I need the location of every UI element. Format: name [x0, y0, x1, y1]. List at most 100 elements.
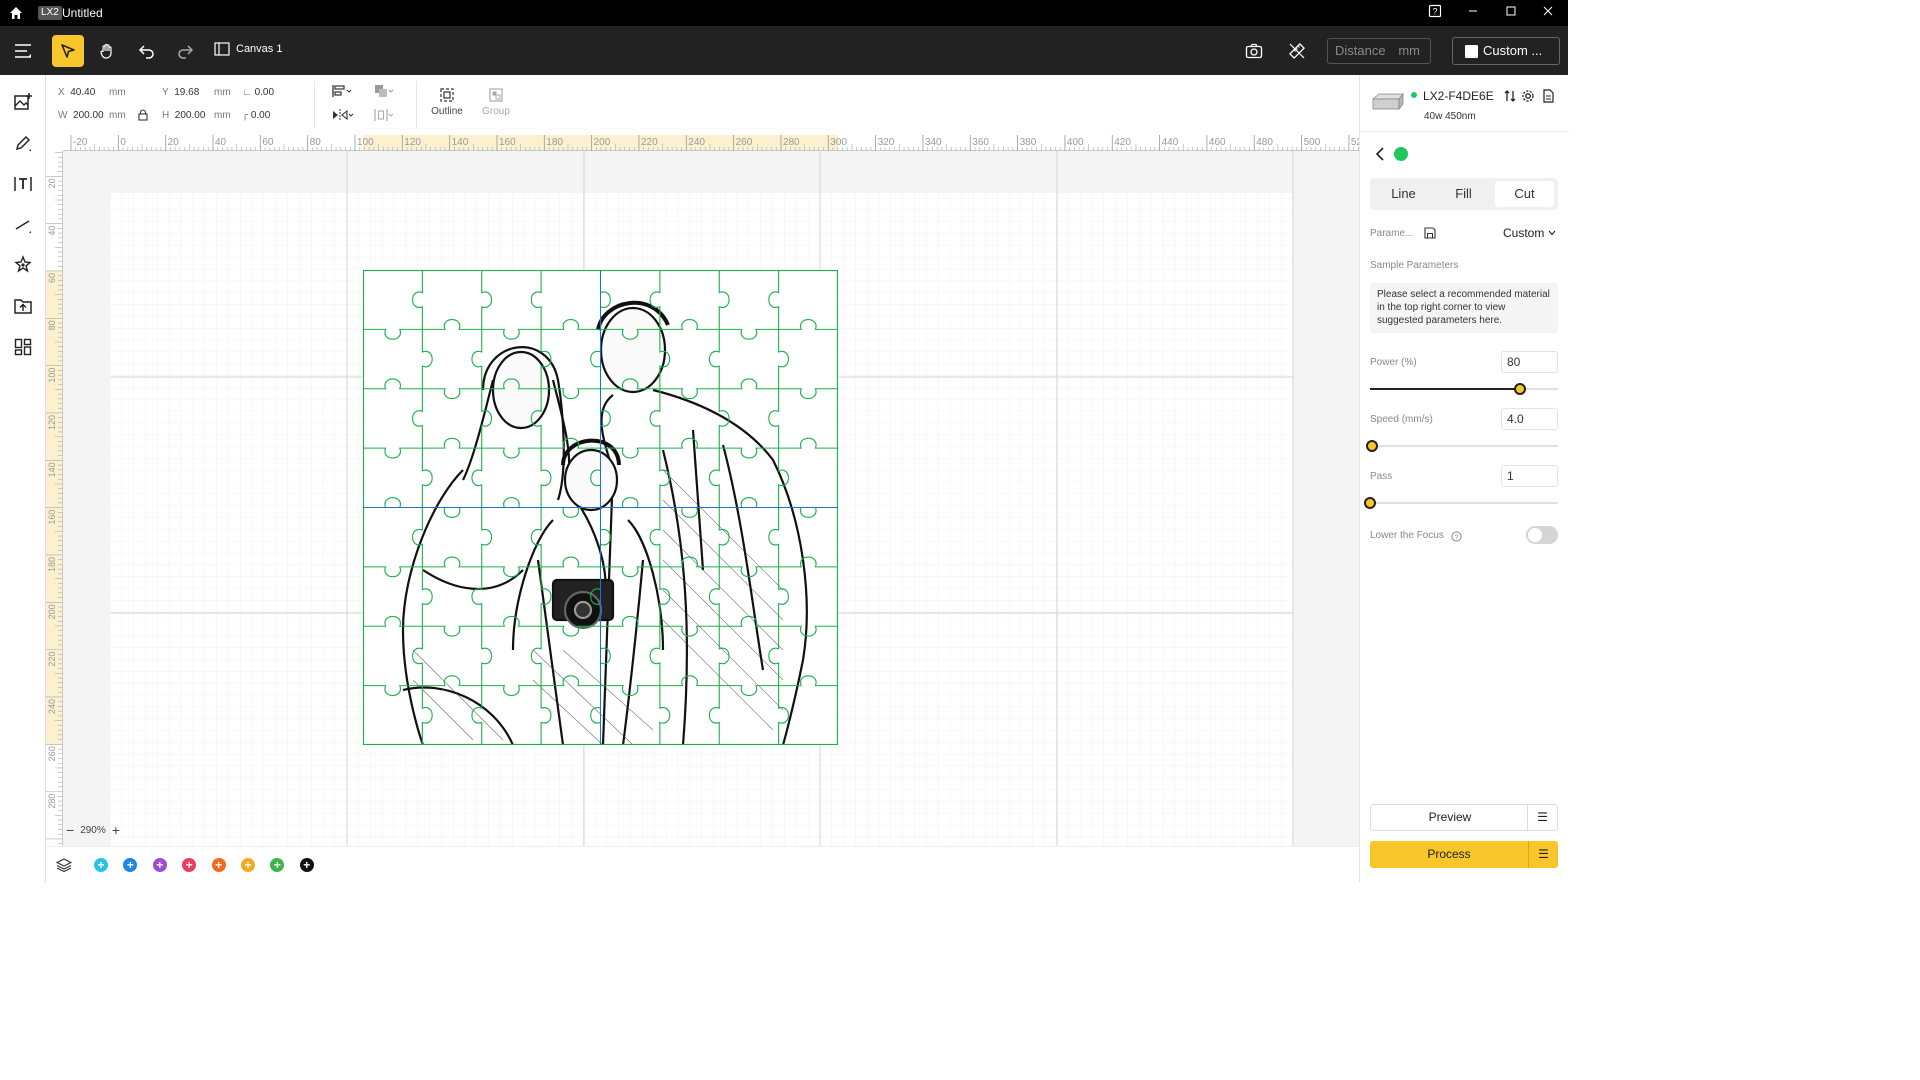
- lower-focus-toggle[interactable]: [1526, 526, 1558, 544]
- layers-icon[interactable]: [55, 857, 73, 878]
- help-icon[interactable]: ?: [1425, 4, 1445, 22]
- ruler-tick-label: 360: [972, 137, 989, 148]
- material-select-button[interactable]: Custom ...: [1452, 37, 1560, 65]
- preview-button[interactable]: Preview ☰: [1370, 804, 1558, 831]
- layer-color-dot[interactable]: +: [94, 858, 108, 872]
- maximize-icon[interactable]: [1501, 4, 1521, 22]
- home-icon[interactable]: [8, 5, 24, 21]
- corner-radius-field[interactable]: ╭ 0.00: [242, 110, 270, 121]
- tab-line[interactable]: Line: [1374, 181, 1433, 207]
- layer-color-indicator: [1394, 147, 1408, 161]
- h-field[interactable]: H 200.00: [162, 110, 205, 121]
- right-panel: LX2-F4DE6E 40w 450nm Line Fill Cut Param…: [1359, 75, 1569, 882]
- ruler-tick-label: 280: [47, 794, 57, 809]
- pen-tool-icon[interactable]: [11, 131, 35, 155]
- lock-ratio-icon[interactable]: [138, 109, 148, 124]
- zoom-in-button[interactable]: +: [112, 822, 120, 838]
- line-tool-icon[interactable]: [11, 213, 35, 237]
- save-params-icon[interactable]: [1424, 226, 1436, 244]
- material-label: Custom ...: [1483, 43, 1543, 58]
- speed-label: Speed (mm/s): [1370, 414, 1433, 425]
- tab-cut[interactable]: Cut: [1495, 181, 1554, 207]
- y-field[interactable]: Y 19.68: [162, 87, 199, 98]
- select-tool-button[interactable]: [52, 35, 84, 67]
- speed-slider[interactable]: [1365, 440, 1558, 452]
- process-menu-icon[interactable]: ☰: [1528, 841, 1558, 868]
- device-log-icon[interactable]: [1542, 89, 1555, 108]
- ruler-tick-label: 420: [1114, 137, 1131, 148]
- image-add-icon[interactable]: [11, 90, 35, 114]
- ruler-tick-label: 60: [47, 273, 57, 283]
- speed-slider-handle[interactable]: [1365, 440, 1378, 452]
- ruler-tick-label: 40: [47, 226, 57, 236]
- redo-button[interactable]: [169, 35, 201, 67]
- process-button[interactable]: Process ☰: [1370, 841, 1558, 868]
- rotation-field[interactable]: ∟ 0.00: [242, 87, 274, 98]
- distance-input[interactable]: Distance mm: [1327, 38, 1431, 64]
- x-field[interactable]: X 40.40: [58, 87, 95, 98]
- canvas-label: Canvas 1: [236, 43, 283, 55]
- mode-tabs: Line Fill Cut: [1370, 178, 1558, 210]
- minimize-icon[interactable]: [1463, 4, 1483, 22]
- ruler-tick-label: 200: [47, 604, 57, 619]
- import-folder-icon[interactable]: [11, 294, 35, 318]
- lower-focus-label: Lower the Focus: [1370, 530, 1444, 541]
- outline-button[interactable]: Outline: [427, 87, 467, 117]
- pass-input[interactable]: 1: [1501, 465, 1558, 487]
- flip-menu-icon[interactable]: [332, 108, 354, 125]
- preview-menu-icon[interactable]: ☰: [1527, 805, 1557, 830]
- power-input[interactable]: 80: [1501, 351, 1558, 373]
- distribute-menu-icon[interactable]: [374, 108, 396, 125]
- device-settings-gear-icon[interactable]: [1521, 89, 1535, 108]
- info-icon[interactable]: ?: [1451, 529, 1462, 547]
- zoom-value: 290%: [80, 824, 106, 836]
- layer-color-dot[interactable]: +: [152, 858, 167, 872]
- ruler-tick-label: 400: [1067, 137, 1084, 148]
- group-button[interactable]: Group: [476, 87, 516, 117]
- toggle-knob: [1528, 528, 1542, 542]
- preview-label: Preview: [1428, 810, 1472, 824]
- ruler-tick-label: 160: [499, 137, 516, 148]
- layer-color-dot[interactable]: +: [299, 858, 314, 872]
- ruler-tick-label: 440: [1162, 137, 1179, 148]
- power-slider-handle[interactable]: [1514, 383, 1527, 395]
- pass-slider[interactable]: [1364, 497, 1558, 509]
- measure-tool-icon[interactable]: [1281, 35, 1313, 67]
- ruler-tick-label: 480: [1256, 137, 1273, 148]
- x-unit: mm: [109, 87, 126, 98]
- params-dropdown[interactable]: Custom: [1503, 226, 1556, 240]
- tab-fill[interactable]: Fill: [1434, 181, 1493, 207]
- ruler-tick-label: 460: [1209, 137, 1226, 148]
- text-tool-icon[interactable]: [11, 172, 35, 196]
- ruler-tick-label: 200: [594, 137, 611, 148]
- w-label: W: [58, 110, 68, 121]
- ruler-tick-label: 300: [830, 137, 847, 148]
- zoom-out-button[interactable]: −: [66, 822, 74, 838]
- camera-icon[interactable]: [1238, 35, 1270, 67]
- w-field[interactable]: W 200.00: [58, 110, 104, 121]
- pass-label: Pass: [1370, 471, 1393, 482]
- layer-color-dot[interactable]: +: [211, 858, 226, 872]
- power-slider[interactable]: [1370, 383, 1558, 395]
- templates-icon[interactable]: [11, 335, 35, 359]
- arrange-menu-icon[interactable]: [374, 84, 396, 101]
- align-menu-icon[interactable]: [332, 84, 354, 101]
- outline-icon: [440, 88, 454, 102]
- corner-value: 0.00: [250, 110, 271, 121]
- hand-tool-button[interactable]: [91, 35, 123, 67]
- back-arrow-icon[interactable]: [1374, 147, 1386, 166]
- menu-icon[interactable]: [7, 35, 39, 67]
- speed-input[interactable]: 4.0: [1501, 408, 1558, 430]
- puzzle-portrait-design[interactable]: [363, 270, 838, 745]
- undo-button[interactable]: [131, 35, 163, 67]
- ruler-tick-label: 520: [1351, 137, 1359, 148]
- device-spec: 40w 450nm: [1424, 111, 1476, 122]
- canvas-workarea[interactable]: [63, 151, 1359, 846]
- magic-shape-icon[interactable]: [11, 253, 35, 277]
- canvas-selector[interactable]: Canvas 1: [214, 42, 282, 56]
- close-icon[interactable]: [1538, 4, 1558, 22]
- ruler-tick-label: 160: [47, 510, 57, 525]
- device-switch-icon[interactable]: [1503, 89, 1517, 108]
- pass-slider-handle[interactable]: [1364, 497, 1376, 509]
- layer-color-dot[interactable]: +: [241, 858, 255, 872]
